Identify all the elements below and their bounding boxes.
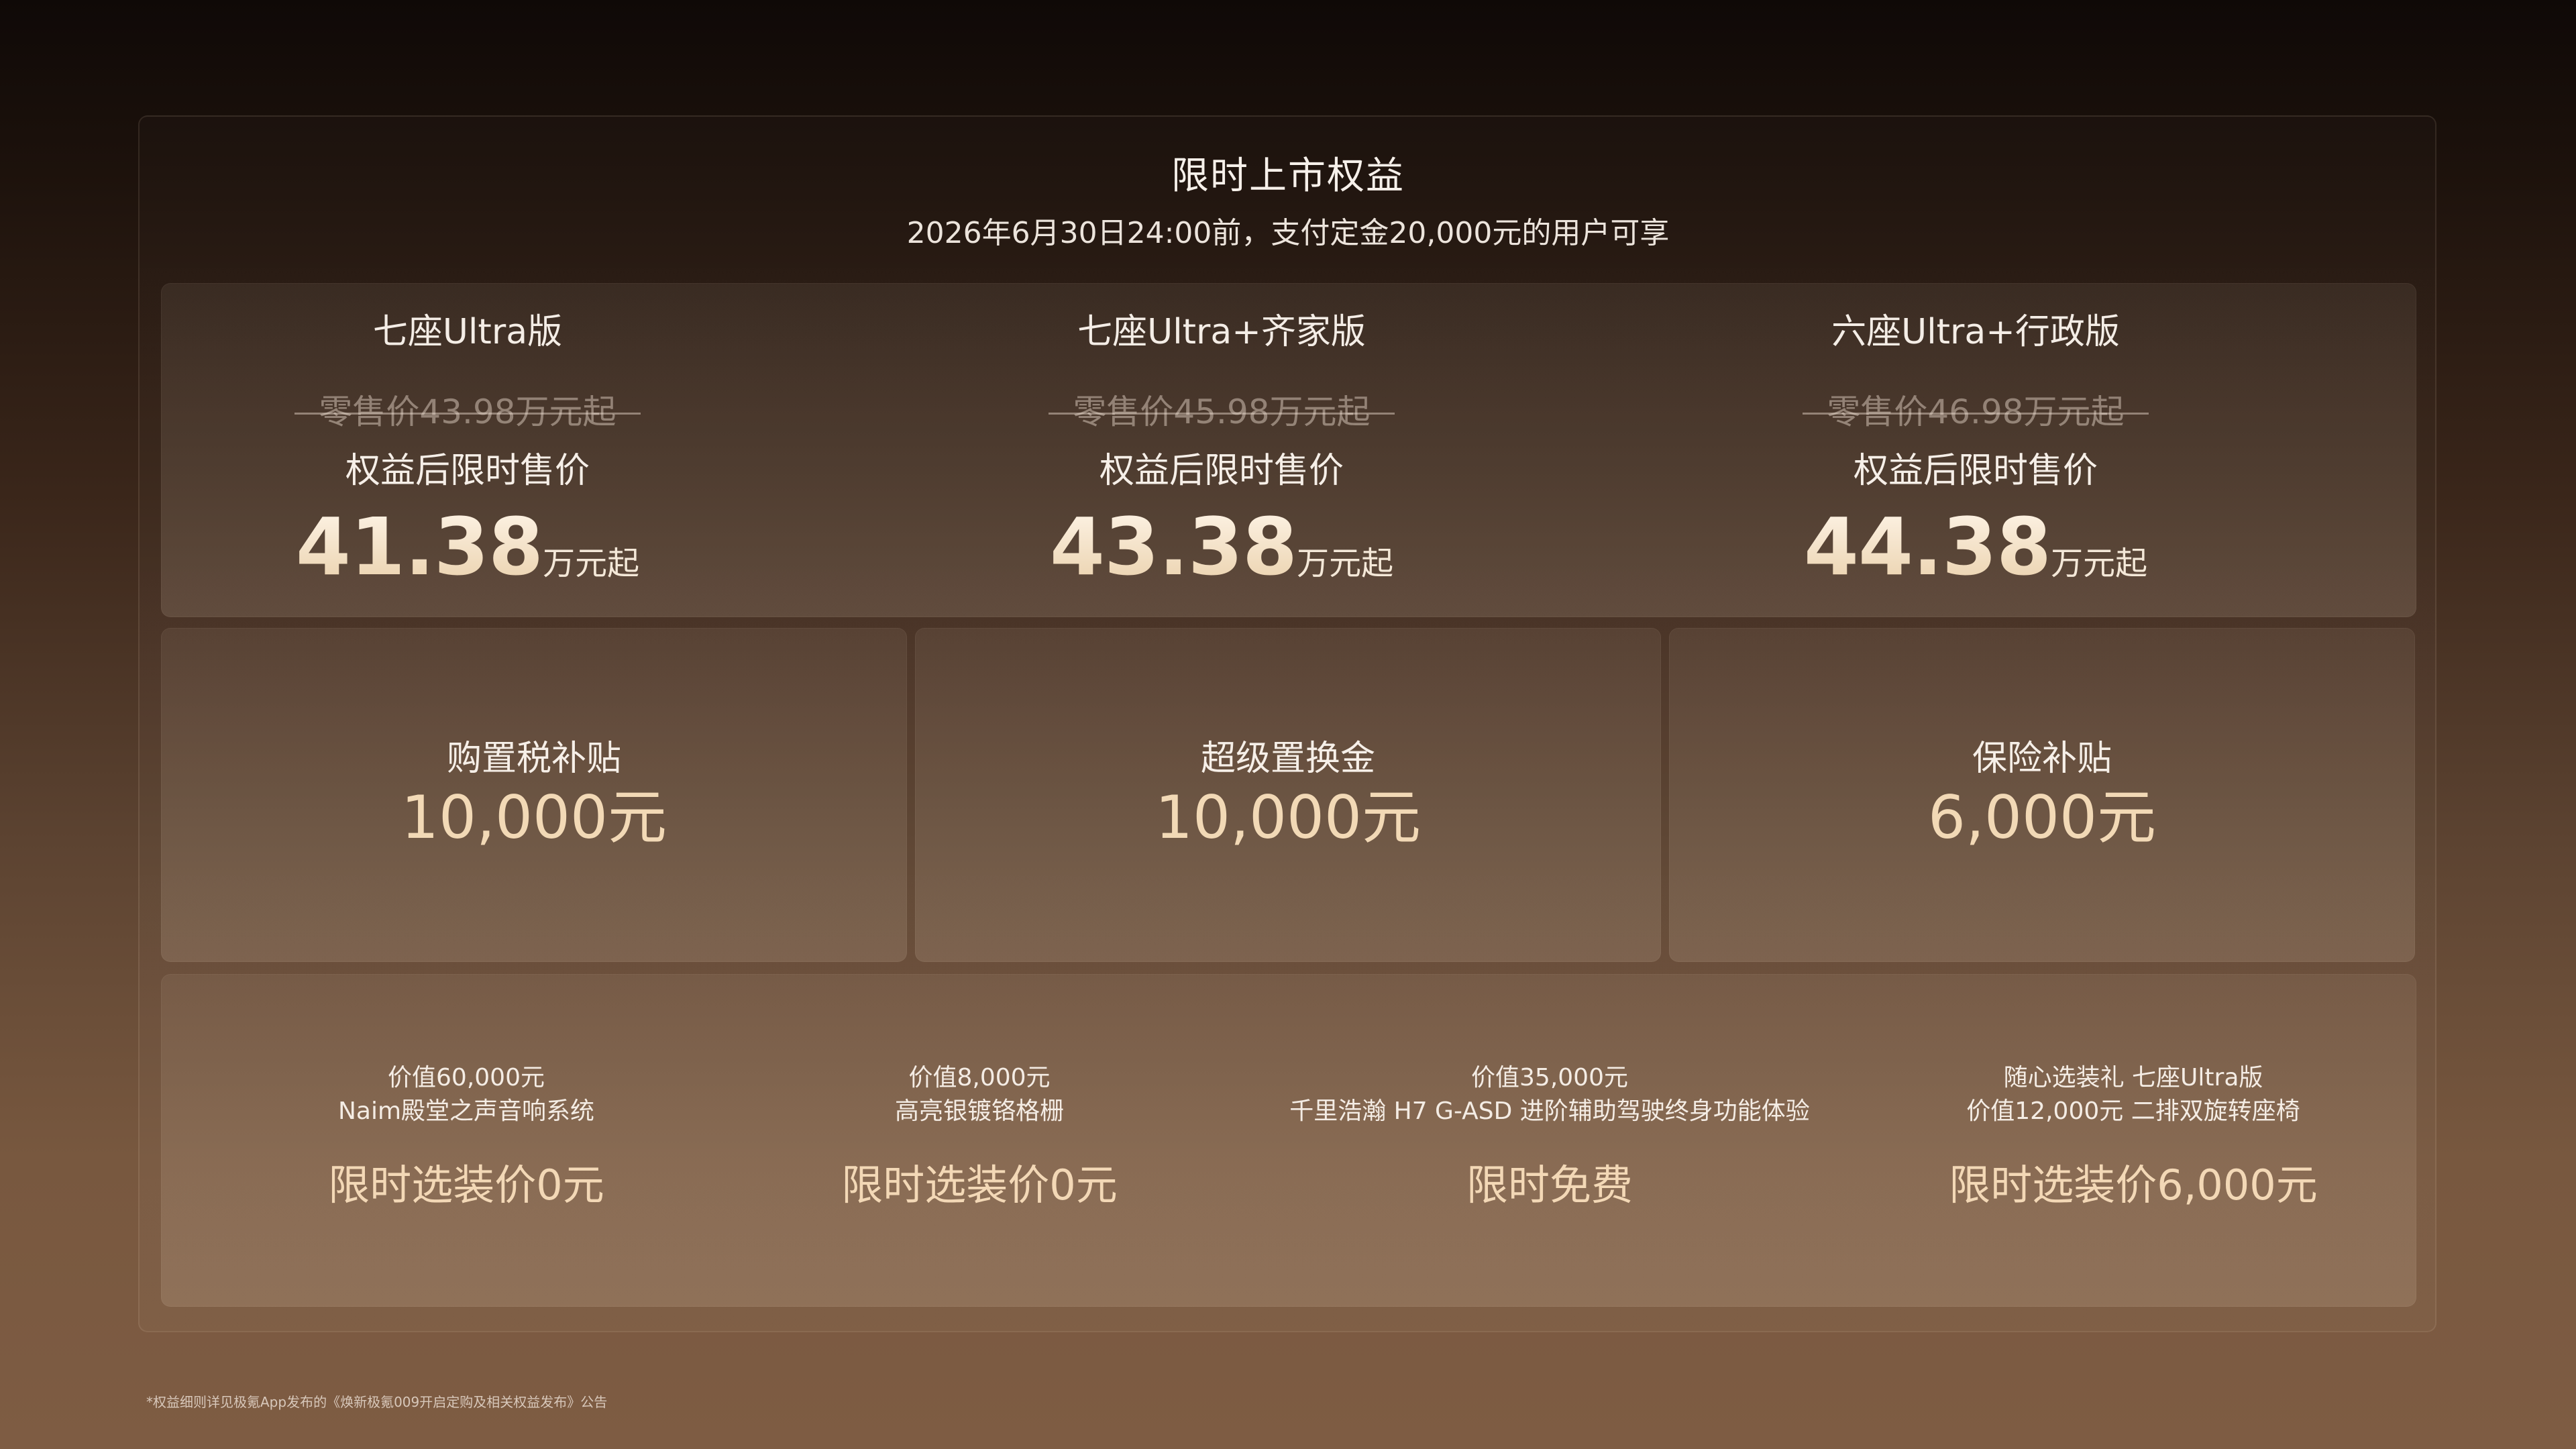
- gift-value: 价值8,000元: [908, 1064, 1051, 1091]
- original-price: 零售价43.98万元起: [92, 390, 843, 433]
- perk-title: 购置税补贴: [446, 739, 621, 779]
- gift-value: 价值60,000元: [388, 1064, 545, 1091]
- promo-price-unit: 万元起: [2051, 545, 2148, 582]
- promo-price-number: 43.38: [1049, 500, 1297, 593]
- gift-description: 价值12,000元 二排双旋转座椅: [1966, 1097, 2300, 1125]
- gift-offer: 限时选装价0元: [841, 1161, 1118, 1210]
- promo-label: 权益后限时售价: [1099, 451, 1344, 491]
- model-name: 六座Ultra+行政版: [1831, 312, 2120, 352]
- page-subtitle: 2026年6月30日24:00前，支付定金20,000元的用户可享: [906, 216, 1670, 250]
- gift-offer: 限时选装价0元: [328, 1161, 604, 1210]
- model-name: 七座Ultra版: [372, 312, 563, 352]
- gift-section: 价值60,000元 Naim殿堂之声音响系统 限时选装价0元 价值8,000元 …: [161, 974, 2416, 1307]
- model-name: 七座Ultra+齐家版: [1077, 312, 1366, 352]
- perk-value: 6,000元: [1928, 783, 2156, 852]
- perk-value: 10,000元: [401, 783, 667, 852]
- promo-label: 权益后限时售价: [345, 451, 590, 491]
- gift-value: 随心选装礼 七座Ultra版: [2003, 1064, 2263, 1091]
- promo-price: 41.38万元起: [92, 496, 843, 621]
- promo-price-unit: 万元起: [1297, 545, 1394, 582]
- footnote: *权益细则详见极氪App发布的《焕新极氪009开启定购及相关权益发布》公告: [146, 1394, 608, 1410]
- gift-description: 高亮银镀铬格栅: [894, 1097, 1064, 1125]
- perk-title: 超级置换金: [1200, 739, 1375, 779]
- gift-value: 价值35,000元: [1471, 1064, 1628, 1091]
- promo-price: 44.38万元起: [1600, 496, 2351, 621]
- gift-offer: 限时选装价6,000元: [1949, 1161, 2318, 1210]
- promo-price-number: 41.38: [295, 500, 543, 593]
- perk-card-tax-subsidy: 购置税补贴 10,000元: [161, 628, 907, 962]
- gift-offer: 限时免费: [1466, 1161, 1633, 1210]
- promo-price-unit: 万元起: [543, 545, 640, 582]
- perk-card-insurance: 保险补贴 6,000元: [1669, 628, 2415, 962]
- promo-label: 权益后限时售价: [1853, 451, 2098, 491]
- original-price: 零售价45.98万元起: [846, 390, 1597, 433]
- gift-description: 千里浩瀚 H7 G-ASD 进阶辅助驾驶终身功能体验: [1289, 1097, 1810, 1125]
- original-price: 零售价46.98万元起: [1600, 390, 2351, 433]
- promo-price-number: 44.38: [1803, 500, 2051, 593]
- gift-description: Naim殿堂之声音响系统: [337, 1097, 595, 1125]
- perk-title: 保险补贴: [1972, 739, 2112, 779]
- perk-card-trade-in: 超级置换金 10,000元: [915, 628, 1661, 962]
- promo-price: 43.38万元起: [846, 496, 1597, 621]
- price-section: 七座Ultra版 零售价43.98万元起 权益后限时售价 41.38万元起 七座…: [161, 283, 2416, 617]
- page-title: 限时上市权益: [1171, 154, 1405, 198]
- perk-value: 10,000元: [1155, 783, 1421, 852]
